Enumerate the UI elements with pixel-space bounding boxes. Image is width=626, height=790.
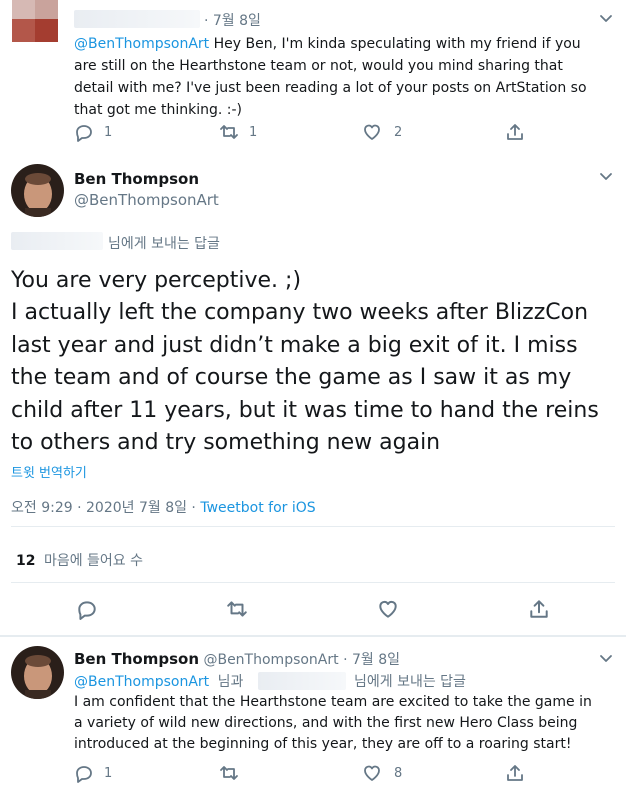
source-link[interactable]: Tweetbot for iOS	[200, 500, 315, 516]
tweet-time[interactable]: · 7월 8일	[343, 652, 400, 668]
retweet-button[interactable]: 1	[219, 122, 257, 142]
share-button[interactable]	[528, 598, 550, 624]
tweet-1[interactable]: · 7월 8일 @BenThompsonArt Hey Ben, I'm kin…	[0, 0, 626, 148]
share-icon	[507, 765, 523, 781]
heart-icon	[379, 600, 397, 618]
author-handle[interactable]: @BenThompsonArt	[203, 652, 338, 668]
heart-icon	[364, 124, 380, 140]
translate-link[interactable]: 트윗 번역하기	[11, 462, 87, 481]
likes-count: 12	[16, 553, 36, 569]
like-button[interactable]: 2	[362, 122, 402, 142]
reply-to-line: @BenThompsonArt 님과	[74, 674, 244, 690]
mention-redacted	[258, 672, 346, 690]
share-button[interactable]	[505, 122, 525, 146]
share-icon	[530, 600, 548, 618]
likes-label: 마음에 들어요 수	[43, 553, 143, 569]
reply-button[interactable]: 1	[74, 122, 112, 142]
retweet-button[interactable]	[219, 763, 249, 783]
heart-icon	[364, 765, 380, 781]
tweet-text: I am confident that the Hearthstone team…	[74, 694, 592, 752]
retweet-count: 1	[249, 124, 258, 140]
avatar[interactable]	[12, 0, 58, 42]
likes-stat[interactable]: 12 마음에 들어요 수	[16, 550, 143, 570]
share-icon	[507, 124, 523, 140]
reply-count: 1	[104, 124, 113, 140]
chevron-down-icon[interactable]	[599, 12, 613, 26]
tweet-body: You are very perceptive. ;) I actually l…	[11, 268, 599, 456]
retweet-icon	[220, 766, 238, 780]
like-count: 2	[394, 124, 403, 140]
author-avatar[interactable]	[11, 646, 64, 699]
share-button[interactable]	[505, 763, 525, 787]
reply-icon	[76, 766, 92, 783]
reply-icon	[76, 125, 92, 142]
reply-to-label: 님에게 보내는 답글	[354, 674, 466, 690]
like-button[interactable]: 8	[362, 763, 402, 783]
author-handle[interactable]: @BenThompsonArt	[74, 191, 219, 209]
reply-button[interactable]	[76, 598, 98, 624]
main-tweet: Ben Thompson @BenThompsonArt 님에게 보내는 답글 …	[0, 148, 626, 635]
like-button[interactable]	[377, 598, 399, 624]
mention-link[interactable]: @BenThompsonArt	[74, 36, 209, 52]
divider	[11, 582, 615, 583]
author-name[interactable]: Ben Thompson	[74, 170, 199, 188]
tweet-text: @BenThompsonArt Hey Ben, I'm kinda specu…	[74, 36, 587, 118]
divider	[11, 526, 615, 527]
chevron-down-icon[interactable]	[599, 652, 613, 666]
tweet-timestamp: 오전 9:29 · 2020년 7월 8일 · Tweetbot for iOS	[11, 500, 316, 516]
tweet-3[interactable]: Ben Thompson @BenThompsonArt · 7월 8일 @Be…	[0, 637, 626, 790]
reply-to-redacted	[11, 232, 103, 250]
retweet-icon	[220, 125, 238, 139]
retweet-icon	[227, 601, 247, 617]
mention-link[interactable]: @BenThompsonArt	[74, 674, 209, 690]
like-count: 8	[394, 765, 403, 781]
reply-count: 1	[104, 765, 113, 781]
author-name-redacted	[74, 10, 200, 28]
author-avatar[interactable]	[11, 164, 64, 217]
tweet-header: Ben Thompson @BenThompsonArt · 7월 8일	[74, 649, 400, 669]
chevron-down-icon[interactable]	[599, 170, 613, 184]
author-name[interactable]: Ben Thompson	[74, 650, 199, 668]
reply-icon	[78, 601, 96, 620]
reply-button[interactable]: 1	[74, 763, 112, 783]
tweet-time[interactable]: · 7월 8일	[204, 10, 261, 30]
retweet-button[interactable]	[226, 598, 248, 624]
reply-to-label: 님에게 보내는 답글	[108, 236, 220, 252]
